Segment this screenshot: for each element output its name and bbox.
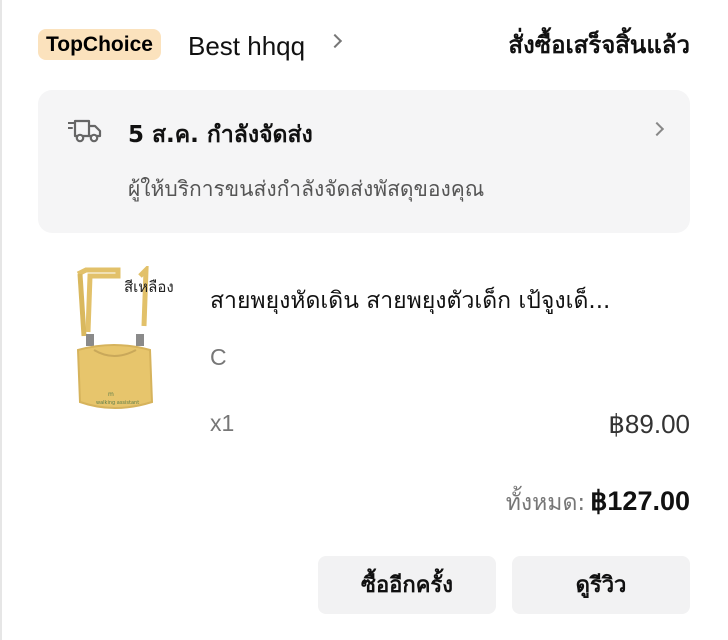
chevron-right-icon[interactable] — [327, 33, 343, 49]
svg-text:walking assistant: walking assistant — [96, 400, 139, 406]
order-status: สั่งซื้อเสร็จสิ้นแล้ว — [508, 31, 690, 59]
delivery-title: 5 ส.ค. กำลังจัดส่ง — [128, 122, 313, 148]
left-divider — [0, 0, 2, 640]
total-label: ทั้งหมด: — [505, 490, 586, 516]
buy-again-button[interactable]: ซื้ออีกครั้ง — [318, 556, 496, 614]
delivery-status-panel[interactable]: 5 ส.ค. กำลังจัดส่ง ผู้ให้บริการขนส่งกำลั… — [38, 90, 690, 233]
chevron-right-icon — [649, 121, 665, 137]
order-card: TopChoice Best hhqq สั่งซื้อเสร็จสิ้นแล้… — [0, 0, 728, 640]
svg-text:m: m — [108, 391, 114, 398]
delivery-subtitle: ผู้ให้บริการขนส่งกำลังจัดส่งพัสดุของคุณ — [128, 177, 485, 201]
product-price: ฿89.00 — [608, 409, 690, 439]
shop-header: TopChoice Best hhqq สั่งซื้อเสร็จสิ้นแล้… — [38, 28, 690, 64]
shop-name-link[interactable]: Best hhqq — [188, 29, 305, 63]
view-review-button[interactable]: ดูรีวิว — [512, 556, 690, 614]
topchoice-badge: TopChoice — [38, 29, 161, 60]
order-total: ทั้งหมด: ฿127.00 — [506, 484, 690, 522]
product-title[interactable]: สายพยุงหัดเดิน สายพยุงตัวเด็ก เป้จูงเด็.… — [210, 285, 690, 317]
thumbnail-color-label: สีเหลือง — [124, 278, 174, 296]
total-value: ฿127.00 — [590, 486, 690, 516]
truck-icon — [68, 119, 102, 143]
product-quantity: x1 — [210, 410, 235, 436]
product-variant: C — [210, 344, 227, 370]
